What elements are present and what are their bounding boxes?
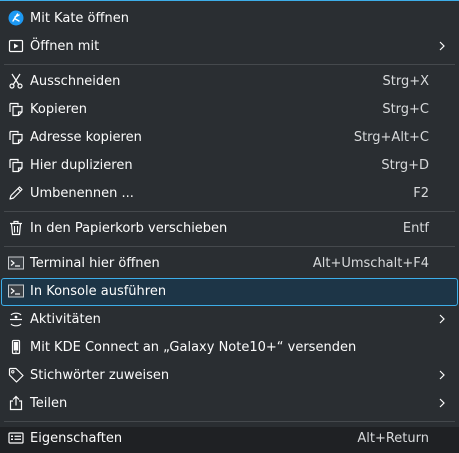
menu-item-duplicate-here[interactable]: Hier duplizieren Strg+D [1, 152, 458, 180]
menu-item-share[interactable]: Teilen [1, 390, 458, 418]
shortcut-label: Alt+Umschalt+F4 [312, 256, 429, 271]
menu-item-label: Eigenschaften [30, 431, 123, 446]
menu-item-copy-location[interactable]: Adresse kopieren Strg+Alt+C [1, 124, 458, 152]
menu-item-cut[interactable]: Ausschneiden Strg+X [1, 68, 458, 96]
copy-icon [8, 157, 24, 173]
shortcut-label: Alt+Return [357, 431, 429, 446]
menu-item-copy[interactable]: Kopieren Strg+C [1, 96, 458, 124]
scissors-icon [8, 73, 24, 89]
shortcut-label: Strg+Alt+C [353, 130, 429, 145]
shortcut-label: F2 [413, 186, 429, 201]
open-with-icon [8, 38, 24, 54]
phone-icon [8, 339, 24, 355]
menu-item-rename[interactable]: Umbenennen ... F2 [1, 180, 458, 208]
menu-item-label: In Konsole ausführen [30, 284, 167, 299]
tag-icon [8, 367, 24, 383]
menu-item-label: Mit KDE Connect an „Galaxy Note10+“ vers… [30, 340, 357, 355]
menu-item-assign-tags[interactable]: Stichwörter zuweisen [1, 362, 458, 390]
menu-item-label: Adresse kopieren [30, 130, 142, 145]
menu-separator [4, 421, 455, 422]
menu-item-label: Teilen [30, 396, 68, 411]
copy-icon [8, 101, 24, 117]
menu-item-label: Öffnen mit [30, 39, 100, 54]
menu-separator [4, 246, 455, 247]
menu-item-label: Aktivitäten [30, 312, 101, 327]
terminal-icon [8, 283, 24, 299]
pencil-icon [8, 185, 24, 201]
menu-item-label: In den Papierkorb verschieben [30, 221, 228, 236]
chevron-right-icon [437, 396, 447, 410]
chevron-right-icon [437, 39, 447, 53]
menu-separator [4, 211, 455, 212]
menu-item-open-with[interactable]: Öffnen mit [1, 33, 458, 61]
shortcut-label: Strg+X [382, 74, 429, 89]
copy-icon [8, 129, 24, 145]
menu-item-properties[interactable]: Eigenschaften Alt+Return [1, 425, 458, 453]
shortcut-label: Strg+D [381, 158, 429, 173]
shortcut-label: Entf [402, 221, 429, 236]
trash-icon [8, 220, 24, 236]
menu-item-kde-connect-send[interactable]: Mit KDE Connect an „Galaxy Note10+“ vers… [1, 334, 458, 362]
menu-item-label: Hier duplizieren [30, 158, 133, 173]
menu-item-label: Umbenennen ... [30, 186, 134, 201]
shortcut-label: Strg+C [382, 102, 429, 117]
menu-item-run-in-konsole[interactable]: In Konsole ausführen [1, 278, 458, 306]
menu-item-open-with-kate[interactable]: Mit Kate öffnen [1, 5, 458, 33]
menu-item-label: Kopieren [30, 102, 87, 117]
kate-icon [8, 10, 24, 26]
activities-icon [8, 311, 24, 327]
menu-item-label: Terminal hier öffnen [30, 256, 160, 271]
menu-item-label: Ausschneiden [30, 74, 121, 89]
chevron-right-icon [437, 368, 447, 382]
share-icon [8, 395, 24, 411]
menu-item-move-to-trash[interactable]: In den Papierkorb verschieben Entf [1, 215, 458, 243]
menu-item-activities[interactable]: Aktivitäten [1, 306, 458, 334]
menu-separator [4, 64, 455, 65]
menu-item-label: Stichwörter zuweisen [30, 368, 170, 383]
chevron-right-icon [437, 312, 447, 326]
properties-icon [8, 430, 24, 446]
terminal-icon [8, 255, 24, 271]
menu-item-open-terminal-here[interactable]: Terminal hier öffnen Alt+Umschalt+F4 [1, 250, 458, 278]
context-menu: Mit Kate öffnen Öffnen mit Ausschneiden … [0, 0, 459, 446]
menu-item-label: Mit Kate öffnen [30, 11, 129, 26]
